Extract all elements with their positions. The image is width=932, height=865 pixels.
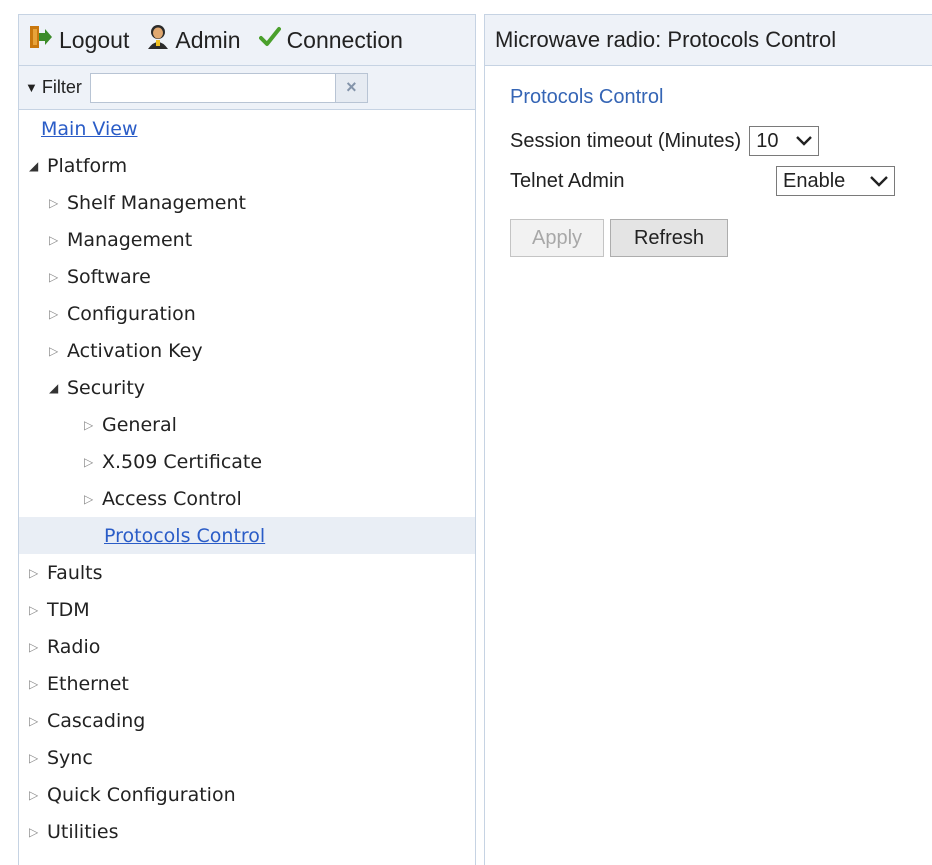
session-timeout-value: 10 [756, 129, 779, 152]
tree-item-label: Ethernet [47, 672, 129, 695]
collapsed-triangle-icon[interactable]: ▷ [29, 566, 43, 580]
tree-item-label: Utilities [47, 820, 119, 843]
tree-item[interactable]: ▷ X.509 Certificate [19, 443, 475, 480]
tree-item-label: Quick Configuration [47, 783, 236, 806]
tree-item[interactable]: ◢ Platform [19, 147, 475, 184]
collapsed-triangle-icon[interactable]: ▷ [49, 196, 63, 210]
tree-item[interactable]: ▷ Utilities [19, 813, 475, 850]
tree-item[interactable]: ▷ Quick Configuration [19, 776, 475, 813]
filter-input[interactable] [89, 72, 336, 103]
user-icon [147, 24, 175, 56]
tree-item[interactable]: ▷ Cascading [19, 702, 475, 739]
tree-item-label: Shelf Management [67, 191, 246, 214]
filter-row: ▼ Filter × [19, 66, 475, 110]
tree-item-label: General [102, 413, 177, 436]
filter-toggle[interactable]: ▼ Filter [25, 77, 82, 98]
tree-item-label: Access Control [102, 487, 242, 510]
collapsed-triangle-icon[interactable]: ▷ [29, 640, 43, 654]
triangle-down-icon: ▼ [25, 80, 38, 95]
tree-item[interactable]: ▷ Shelf Management [19, 184, 475, 221]
button-row: Apply Refresh [510, 219, 932, 257]
top-toolbar: Logout Admin Connection [19, 15, 475, 66]
tree-item-label[interactable]: Main View [41, 118, 137, 140]
collapsed-triangle-icon[interactable]: ▷ [84, 418, 98, 432]
connection-button[interactable]: Connection [258, 26, 403, 54]
tree-item-label: Cascading [47, 709, 146, 732]
telnet-admin-label: Telnet Admin [510, 169, 625, 192]
tree-item-label: Security [67, 376, 146, 399]
tree-item-label: X.509 Certificate [102, 450, 263, 473]
chevron-down-icon [870, 175, 888, 187]
page-title: Microwave radio: Protocols Control [485, 15, 932, 66]
expanded-triangle-icon[interactable]: ◢ [49, 381, 63, 395]
logout-icon [29, 24, 59, 56]
session-timeout-select[interactable]: 10 [749, 126, 820, 156]
session-timeout-row: Session timeout (Minutes) 10 [510, 121, 932, 161]
tree-item[interactable]: ▷ Management [19, 221, 475, 258]
tree-item-label: Configuration [67, 302, 196, 325]
collapsed-triangle-icon[interactable]: ▷ [29, 677, 43, 691]
session-timeout-label: Session timeout (Minutes) [510, 129, 742, 152]
logout-button[interactable]: Logout [29, 24, 129, 56]
admin-label: Admin [175, 26, 241, 53]
tree-item[interactable]: ▷ Ethernet [19, 665, 475, 702]
chevron-down-icon [796, 136, 813, 146]
checkmark-icon [258, 26, 287, 54]
tree-item-label: Platform [47, 154, 128, 177]
collapsed-triangle-icon[interactable]: ▷ [29, 603, 43, 617]
collapsed-triangle-icon[interactable]: ▷ [29, 714, 43, 728]
content-panel: Microwave radio: Protocols Control Proto… [484, 14, 932, 865]
tree-item[interactable]: Main View [19, 110, 475, 147]
tree-item-label: Software [67, 265, 151, 288]
close-icon: × [346, 77, 357, 97]
collapsed-triangle-icon[interactable]: ▷ [29, 788, 43, 802]
collapsed-triangle-icon[interactable]: ▷ [84, 455, 98, 469]
tree-item[interactable]: ▷ Activation Key [19, 332, 475, 369]
collapsed-triangle-icon[interactable]: ▷ [49, 270, 63, 284]
expanded-triangle-icon[interactable]: ◢ [29, 159, 43, 173]
tree-item[interactable]: Protocols Control [19, 517, 475, 554]
tree-item[interactable]: ▷ Sync [19, 739, 475, 776]
tree-item-label: Radio [47, 635, 101, 658]
tree-item-label[interactable]: Protocols Control [104, 525, 265, 547]
filter-label: Filter [41, 77, 82, 97]
protocols-form: Protocols Control Session timeout (Minut… [485, 66, 932, 257]
collapsed-triangle-icon[interactable]: ▷ [49, 344, 63, 358]
tree-item-label: TDM [47, 598, 90, 621]
tree-item-label: Management [67, 228, 193, 251]
collapsed-triangle-icon[interactable]: ▷ [29, 751, 43, 765]
tree-item-label: Sync [47, 746, 93, 769]
navigation-panel: Logout Admin Connection ▼ Filter × Main … [18, 14, 476, 865]
tree-item[interactable]: ▷ Radio [19, 628, 475, 665]
apply-button[interactable]: Apply [510, 219, 604, 257]
tree-item[interactable]: ▷ Access Control [19, 480, 475, 517]
collapsed-triangle-icon[interactable]: ▷ [49, 233, 63, 247]
collapsed-triangle-icon[interactable]: ▷ [84, 492, 98, 506]
admin-button[interactable]: Admin [147, 24, 241, 56]
logout-label: Logout [59, 26, 130, 53]
telnet-admin-select[interactable]: Enable [776, 166, 895, 196]
tree-item-label: Faults [47, 561, 103, 584]
tree-item[interactable]: ▷ Configuration [19, 295, 475, 332]
tree-item[interactable]: ▷ Software [19, 258, 475, 295]
tree-item-label: Activation Key [67, 339, 203, 362]
section-title: Protocols Control [510, 86, 664, 108]
refresh-button[interactable]: Refresh [610, 219, 728, 257]
tree-item[interactable]: ▷ General [19, 406, 475, 443]
connection-label: Connection [286, 26, 403, 53]
tree-item[interactable]: ▷ TDM [19, 591, 475, 628]
collapsed-triangle-icon[interactable]: ▷ [29, 825, 43, 839]
telnet-admin-value: Enable [783, 169, 846, 192]
tree-item[interactable]: ▷ Faults [19, 554, 475, 591]
collapsed-triangle-icon[interactable]: ▷ [49, 307, 63, 321]
filter-clear-button[interactable]: × [335, 72, 368, 103]
tree-item[interactable]: ◢ Security [19, 369, 475, 406]
telnet-admin-row: Telnet Admin Enable [510, 161, 932, 201]
